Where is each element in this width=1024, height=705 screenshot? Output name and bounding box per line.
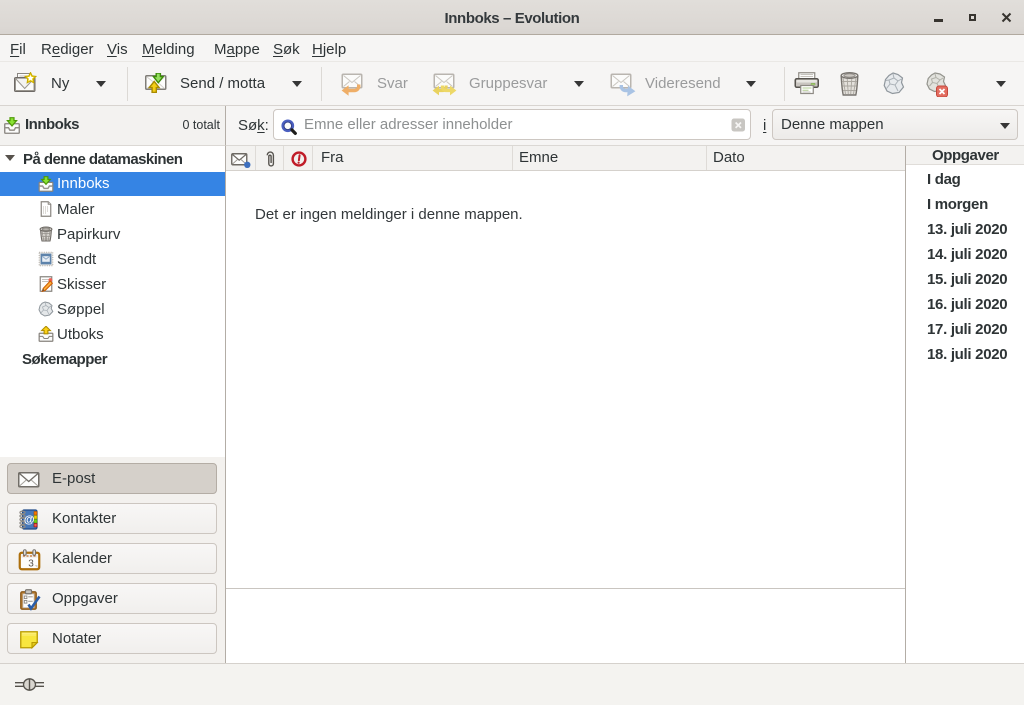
svg-text:3: 3 [28,559,34,570]
svg-text:@: @ [24,514,35,526]
